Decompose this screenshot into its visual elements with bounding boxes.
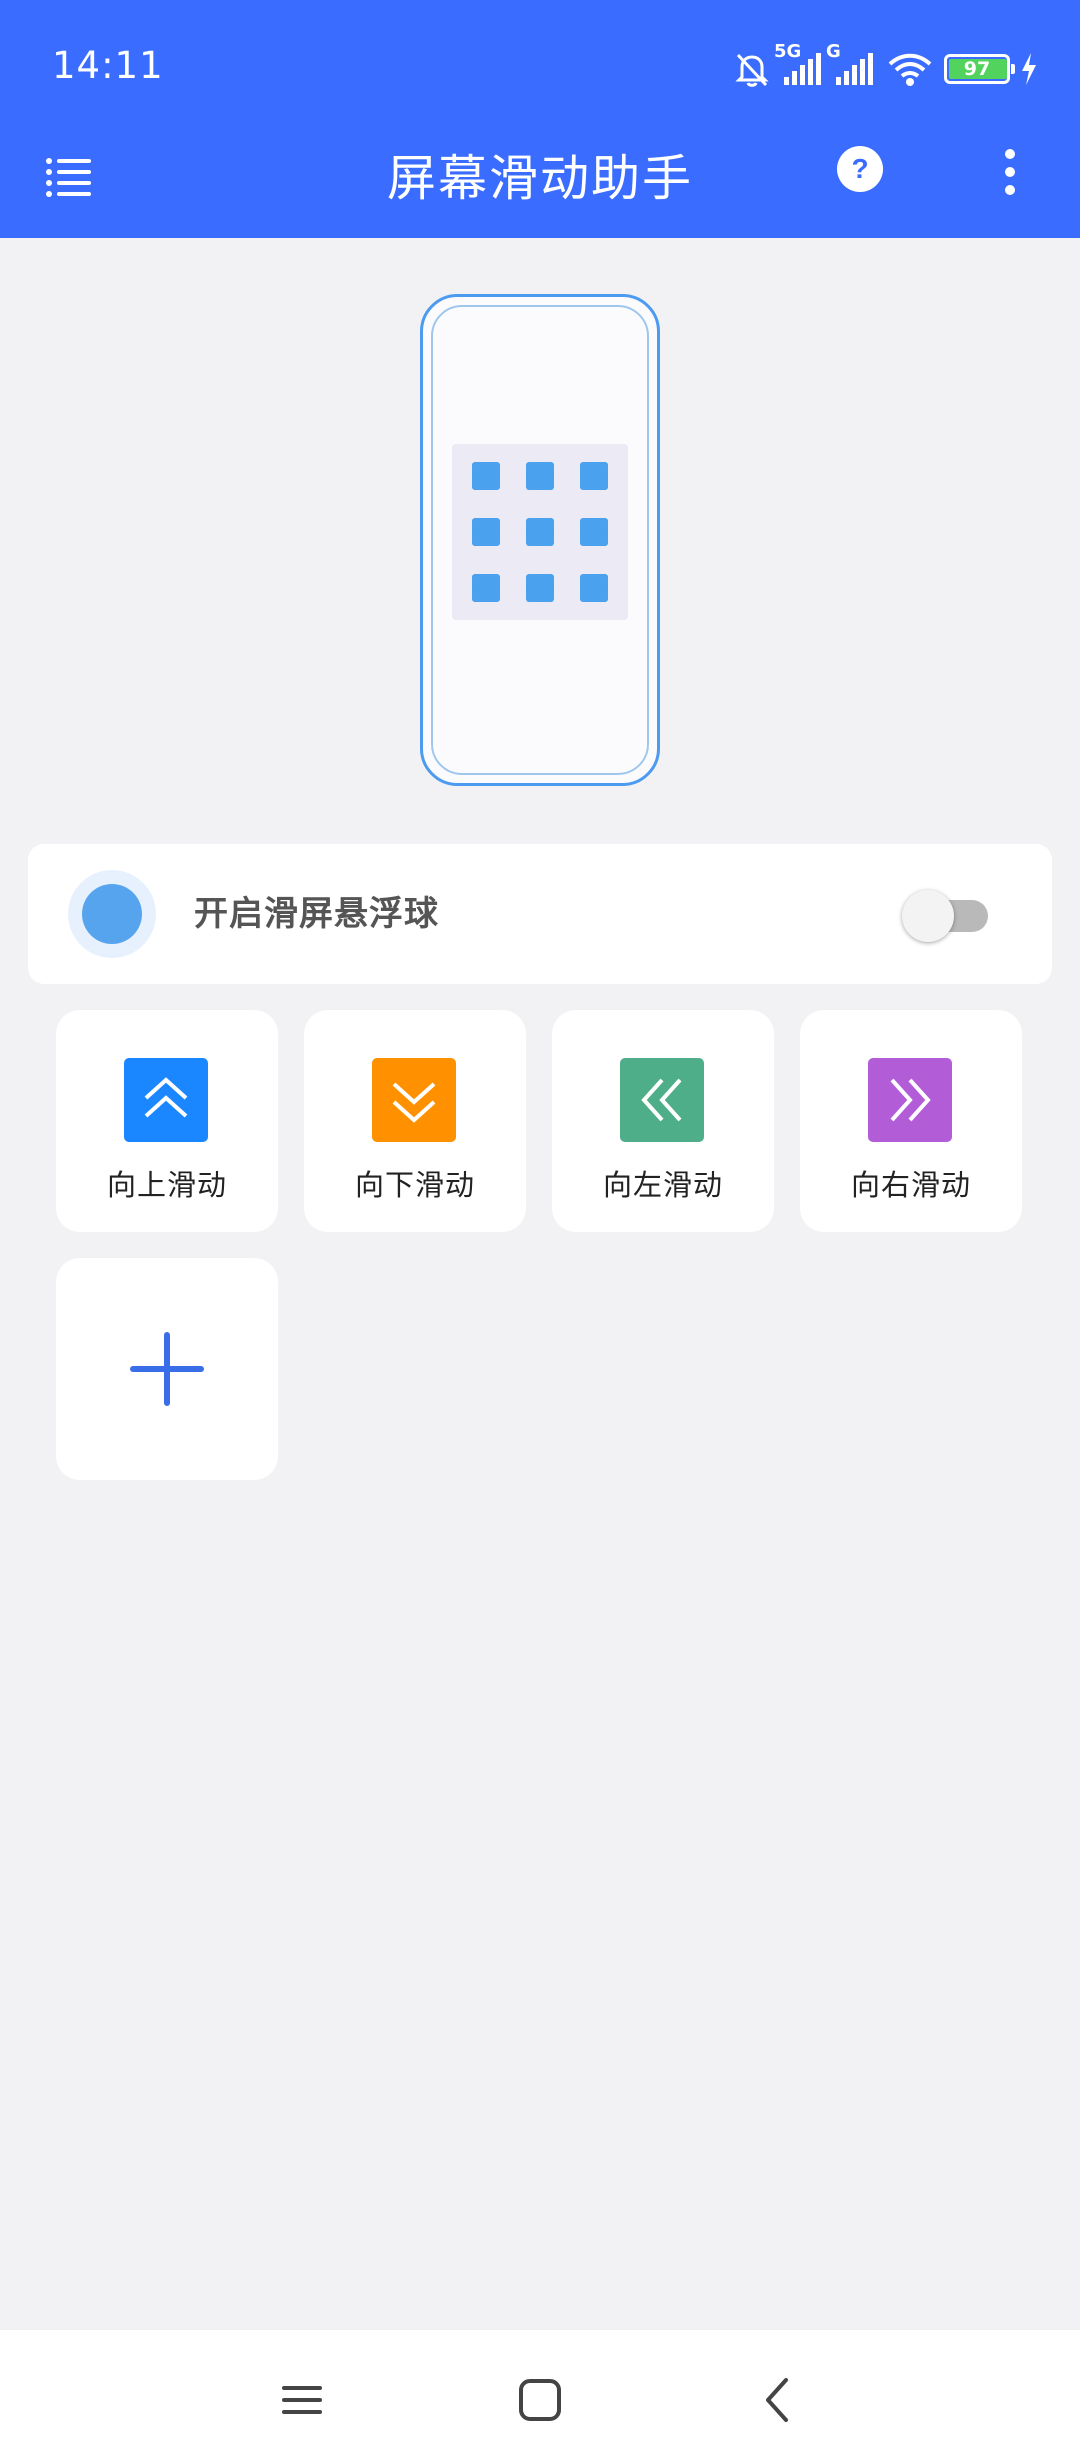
swipe-up-label: 向上滑动: [106, 1168, 227, 1202]
app-header: 14:11 5G G 97 屏幕滑动助手 ?: [0, 0, 1080, 238]
floating-ball-label: 开启滑屏悬浮球: [194, 894, 439, 934]
signal-2-tag: G: [826, 41, 841, 62]
double-chevron-left-icon: [620, 1058, 704, 1142]
system-nav-bar: [0, 2330, 1080, 2460]
phone-illustration-icon: [420, 294, 660, 786]
floating-ball-toggle[interactable]: [900, 890, 992, 942]
signal-1-tag: 5G: [774, 41, 802, 62]
double-chevron-right-icon: [868, 1058, 952, 1142]
double-chevron-down-icon: [372, 1058, 456, 1142]
charging-icon: [1022, 53, 1036, 85]
swipe-left-label: 向左滑动: [602, 1168, 723, 1202]
mute-bell-icon: [735, 53, 769, 87]
svg-text:?: ?: [851, 153, 868, 184]
cell-signal-2-icon: G: [826, 41, 876, 87]
status-bar: 14:11 5G G 97: [0, 0, 1080, 138]
floating-ball-icon: [68, 870, 156, 958]
toolbar: 屏幕滑动助手 ?: [0, 128, 1080, 238]
swipe-right-tile[interactable]: 向右滑动: [800, 1010, 1022, 1232]
cell-signal-1-icon: 5G: [774, 41, 824, 87]
battery-icon: 97: [944, 54, 1015, 84]
recents-icon[interactable]: [272, 2370, 332, 2430]
help-icon[interactable]: ?: [835, 144, 885, 194]
swipe-down-tile[interactable]: 向下滑动: [304, 1010, 526, 1232]
swipe-left-tile[interactable]: 向左滑动: [552, 1010, 774, 1232]
page-title: 屏幕滑动助手: [386, 150, 693, 207]
battery-level: 97: [963, 58, 991, 80]
back-icon[interactable]: [748, 2370, 808, 2430]
floating-ball-card: 开启滑屏悬浮球: [28, 844, 1052, 984]
add-action-tile[interactable]: [56, 1258, 278, 1480]
swipe-right-label: 向右滑动: [850, 1168, 971, 1202]
more-vertical-icon[interactable]: [995, 144, 1025, 200]
plus-icon: [130, 1332, 204, 1406]
wifi-icon: [888, 53, 932, 86]
swipe-down-label: 向下滑动: [354, 1168, 475, 1202]
status-time: 14:11: [52, 44, 164, 87]
swipe-up-tile[interactable]: 向上滑动: [56, 1010, 278, 1232]
status-icons: 5G G 97: [732, 41, 1038, 94]
double-chevron-up-icon: [124, 1058, 208, 1142]
home-icon[interactable]: [510, 2370, 570, 2430]
